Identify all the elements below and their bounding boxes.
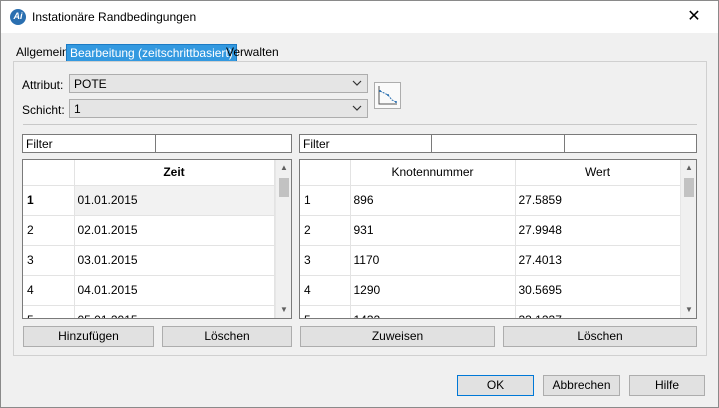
left-filter-text: Filter	[26, 137, 53, 151]
app-icon-label: Ai	[13, 11, 23, 21]
cancel-button[interactable]: Abbrechen	[543, 375, 620, 396]
wert-cell[interactable]: 27.5859	[515, 185, 681, 216]
left-filter-input-1[interactable]: Filter	[22, 134, 156, 153]
knoten-table: Knotennummer Wert 1 896 27.5859 2 931 27…	[299, 159, 697, 319]
knoten-cell[interactable]: 1432	[350, 305, 516, 318]
table-row[interactable]: 5 05.01.2015	[23, 305, 275, 318]
table-row[interactable]: 3 03.01.2015	[23, 245, 275, 276]
chevron-down-icon	[352, 80, 362, 86]
attribut-label: Attribut:	[22, 78, 64, 92]
schicht-label: Schicht:	[22, 103, 65, 117]
scroll-down-icon[interactable]: ▼	[276, 302, 291, 318]
table-row[interactable]: 4 1290 30.5695	[300, 275, 681, 306]
column-header-knotennummer[interactable]: Knotennummer	[350, 160, 516, 186]
table-row[interactable]: 1 01.01.2015	[23, 185, 275, 216]
wert-cell[interactable]: 27.9948	[515, 215, 681, 246]
column-header-wert[interactable]: Wert	[515, 160, 681, 186]
knoten-cell[interactable]: 1170	[350, 245, 516, 276]
table-row[interactable]: 3 1170 27.4013	[300, 245, 681, 276]
left-filter-input-2[interactable]	[155, 134, 292, 153]
dialog-window: Ai Instationäre Randbedingungen ✕ Allgem…	[0, 0, 719, 408]
window-title: Instationäre Randbedingungen	[32, 10, 197, 24]
row-index: 5	[23, 305, 75, 318]
schicht-combobox[interactable]: 1	[69, 99, 368, 118]
help-button[interactable]: Hilfe	[629, 375, 705, 396]
right-filter-input-3[interactable]	[564, 134, 697, 153]
column-header-index	[300, 160, 351, 186]
left-vertical-scrollbar[interactable]: ▲ ▼	[275, 160, 291, 318]
zeit-cell[interactable]: 05.01.2015	[74, 305, 275, 318]
row-index: 2	[300, 215, 351, 246]
schicht-value: 1	[74, 102, 81, 116]
row-index: 2	[23, 215, 75, 246]
column-header-index	[23, 160, 75, 186]
right-vertical-scrollbar[interactable]: ▲ ▼	[680, 160, 696, 318]
add-button[interactable]: Hinzufügen	[23, 326, 154, 347]
table-row[interactable]: 4 04.01.2015	[23, 275, 275, 306]
column-header-zeit[interactable]: Zeit	[74, 160, 275, 186]
scroll-thumb[interactable]	[684, 178, 694, 197]
title-bar: Ai Instationäre Randbedingungen ✕	[1, 1, 718, 33]
row-index: 3	[23, 245, 75, 276]
table-row[interactable]: 2 931 27.9948	[300, 215, 681, 246]
row-index: 3	[300, 245, 351, 276]
scroll-up-icon[interactable]: ▲	[681, 160, 696, 176]
knoten-cell[interactable]: 1290	[350, 275, 516, 306]
app-icon: Ai	[10, 9, 26, 25]
zeit-cell[interactable]: 02.01.2015	[74, 215, 275, 246]
scroll-down-icon[interactable]: ▼	[681, 302, 696, 318]
zeit-cell[interactable]: 04.01.2015	[74, 275, 275, 306]
row-index: 5	[300, 305, 351, 318]
wert-cell[interactable]: 27.4013	[515, 245, 681, 276]
row-index: 1	[300, 185, 351, 216]
right-filter-text: Filter	[303, 137, 330, 151]
zeit-cell[interactable]: 03.01.2015	[74, 245, 275, 276]
tab-bearbeitung[interactable]: Bearbeitung (zeitschrittbasiert)	[66, 44, 237, 62]
table-row[interactable]: 2 02.01.2015	[23, 215, 275, 246]
row-index: 1	[23, 185, 75, 216]
scroll-up-icon[interactable]: ▲	[276, 160, 291, 176]
table-row[interactable]: 5 1432 33.1237	[300, 305, 681, 318]
right-filter-input-1[interactable]: Filter	[299, 134, 432, 153]
delete-node-button[interactable]: Löschen	[503, 326, 697, 347]
table-row[interactable]: 1 896 27.5859	[300, 185, 681, 216]
row-index: 4	[23, 275, 75, 306]
delete-time-button[interactable]: Löschen	[162, 326, 292, 347]
tab-allgemein[interactable]: Allgemein	[13, 44, 72, 62]
wert-cell[interactable]: 30.5695	[515, 275, 681, 306]
knoten-cell[interactable]: 896	[350, 185, 516, 216]
attribut-combobox[interactable]: POTE	[69, 74, 368, 93]
close-icon[interactable]: ✕	[683, 6, 705, 28]
separator	[23, 124, 697, 125]
zeit-cell[interactable]: 01.01.2015	[74, 185, 275, 216]
attribut-value: POTE	[74, 77, 107, 91]
tab-verwalten[interactable]: Verwalten	[223, 44, 282, 62]
assign-button[interactable]: Zuweisen	[300, 326, 495, 347]
ok-button[interactable]: OK	[457, 375, 534, 396]
right-filter-input-2[interactable]	[431, 134, 565, 153]
line-chart-icon	[378, 86, 397, 105]
scroll-thumb[interactable]	[279, 178, 289, 197]
chevron-down-icon	[352, 105, 362, 111]
zeit-table: Zeit 1 01.01.2015 2 02.01.2015 3 03.01.2…	[22, 159, 292, 319]
knoten-cell[interactable]: 931	[350, 215, 516, 246]
wert-cell[interactable]: 33.1237	[515, 305, 681, 318]
row-index: 4	[300, 275, 351, 306]
chart-button[interactable]	[374, 82, 401, 109]
